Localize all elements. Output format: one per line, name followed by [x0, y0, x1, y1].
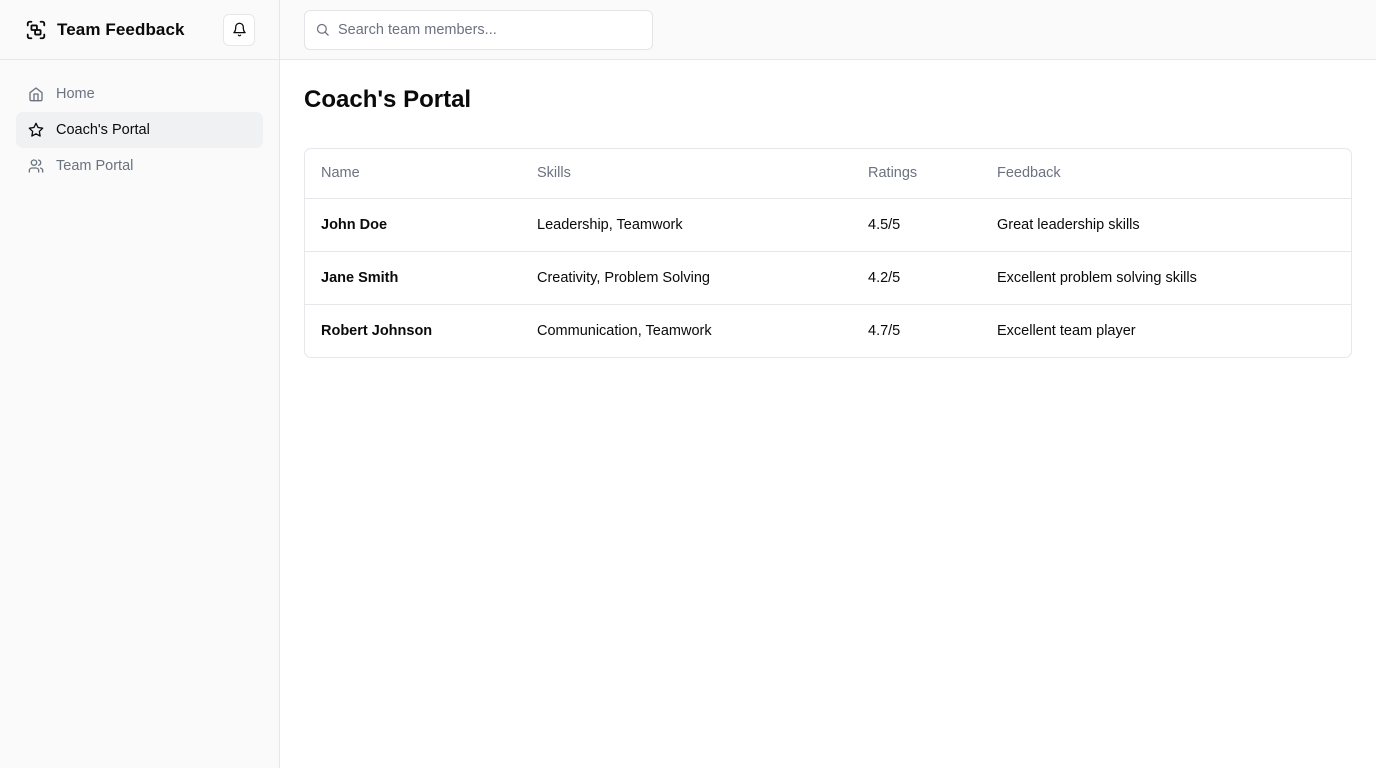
scan-face-logo-icon — [24, 18, 48, 42]
cell-skills: Creativity, Problem Solving — [521, 251, 852, 305]
search-box[interactable] — [304, 9, 653, 50]
table-header-row: Name Skills Ratings Feedback — [305, 149, 1351, 199]
sidebar-item-coachs-portal[interactable]: Coach's Portal — [16, 112, 263, 148]
column-header-skills: Skills — [521, 149, 852, 199]
sidebar-item-team-portal[interactable]: Team Portal — [16, 148, 263, 184]
table-row[interactable]: Robert Johnson Communication, Teamwork 4… — [305, 304, 1351, 357]
table-row[interactable]: Jane Smith Creativity, Problem Solving 4… — [305, 251, 1351, 305]
column-header-name: Name — [305, 149, 521, 199]
sidebar-item-label: Team Portal — [56, 158, 134, 174]
app-title: Team Feedback — [57, 19, 185, 39]
top-bar — [280, 0, 1376, 60]
column-header-feedback: Feedback — [981, 149, 1351, 199]
cell-rating: 4.5/5 — [852, 198, 981, 252]
cell-feedback: Excellent problem solving skills — [981, 251, 1351, 305]
cell-feedback: Great leadership skills — [981, 198, 1351, 252]
cell-name: Robert Johnson — [321, 322, 433, 339]
cell-rating: 4.2/5 — [852, 251, 981, 305]
sidebar-item-home[interactable]: Home — [16, 76, 263, 112]
cell-feedback: Excellent team player — [997, 322, 1136, 339]
sidebar-item-label: Coach's Portal — [56, 122, 150, 138]
column-header-ratings: Ratings — [852, 149, 981, 199]
sidebar: Team Feedback Home Coach's Portal Team P… — [0, 0, 280, 768]
table-row[interactable]: John Doe Leadership, Teamwork 4.5/5 Grea… — [305, 198, 1351, 252]
bell-icon — [232, 22, 247, 37]
search-input[interactable] — [338, 21, 638, 38]
feedback-table: Name Skills Ratings Feedback John Doe Le… — [305, 149, 1351, 357]
content: Coach's Portal Name Skills Ratings Feedb… — [280, 60, 1376, 384]
sidebar-nav: Home Coach's Portal Team Portal — [0, 60, 279, 200]
page-title: Coach's Portal — [304, 86, 472, 113]
main-area: Coach's Portal Name Skills Ratings Feedb… — [280, 0, 1376, 768]
cell-rating: 4.7/5 — [868, 322, 901, 339]
cell-skills: Communication, Teamwork — [537, 322, 712, 339]
sidebar-item-label: Home — [56, 86, 95, 102]
app-root: Team Feedback Home Coach's Portal Team P… — [0, 0, 1376, 768]
users-icon — [28, 158, 44, 174]
sidebar-header: Team Feedback — [0, 0, 279, 60]
cell-name: John Doe — [305, 198, 521, 252]
home-icon — [28, 86, 44, 102]
cell-name: Jane Smith — [305, 251, 521, 305]
star-icon — [28, 122, 44, 138]
feedback-table-card: Name Skills Ratings Feedback John Doe Le… — [304, 148, 1352, 358]
search-icon — [315, 22, 330, 37]
notifications-button[interactable] — [223, 13, 255, 46]
brand[interactable]: Team Feedback — [24, 18, 185, 42]
cell-skills: Leadership, Teamwork — [521, 198, 852, 252]
